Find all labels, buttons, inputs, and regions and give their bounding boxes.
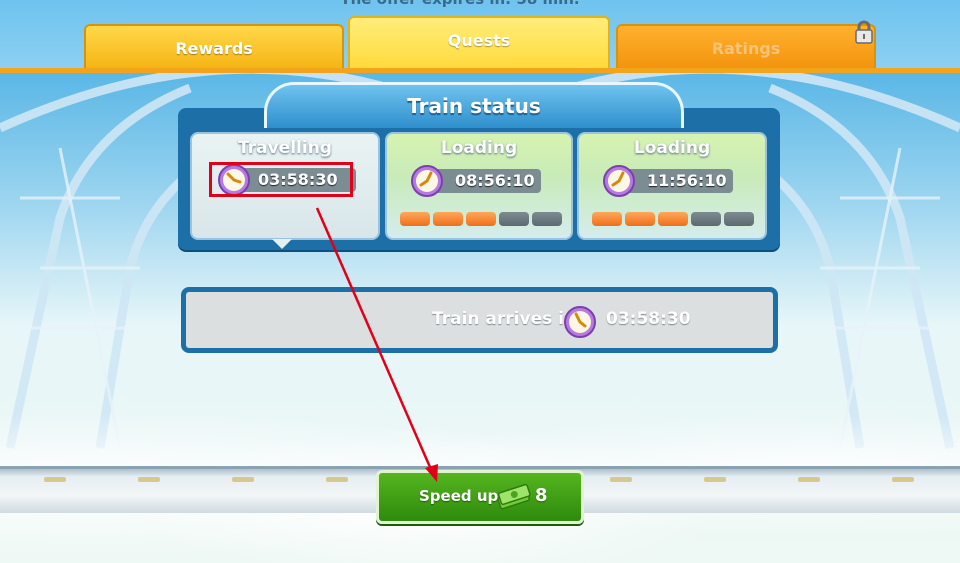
tab-ratings[interactable]: Ratings [616,24,876,68]
tab-rewards[interactable]: Rewards [84,24,344,68]
progress-segment [691,212,721,226]
annotation-highlight-box [209,162,353,197]
arrival-label: Train arrives in: [432,309,583,329]
selected-card-pointer [272,239,292,249]
lock-icon [855,20,873,44]
card-status-label: Loading [633,138,711,158]
train-card-loading-2[interactable]: Loading 11:56:10 [577,132,767,240]
clock-icon [564,306,596,338]
speed-up-cost: 8 [535,485,548,506]
progress-segment [658,212,688,226]
progress-segment [499,212,529,226]
card-status-label: Loading [440,138,518,158]
card-status-label: Travelling [238,138,332,158]
clock-icon [411,165,443,197]
cash-icon [497,483,531,510]
clock-icon [603,165,635,197]
progress-segment [433,212,463,226]
progress-segment [532,212,562,226]
tab-quests[interactable]: Quests [348,16,610,70]
progress-segment [466,212,496,226]
arrival-info-box: Train arrives in: 03:58:30 [181,287,778,353]
offer-timer-text: The offer expires in: 58 min. [300,0,620,8]
speed-up-button[interactable]: Speed up 8 [376,470,584,524]
progress-segment [625,212,655,226]
arrival-time: 03:58:30 [606,309,691,329]
progress-segment [724,212,754,226]
train-status-title: Train status [264,82,684,128]
progress-segment [592,212,622,226]
progress-segment [400,212,430,226]
train-card-loading-1[interactable]: Loading 08:56:10 [385,132,573,240]
speed-up-label: Speed up [419,487,499,505]
